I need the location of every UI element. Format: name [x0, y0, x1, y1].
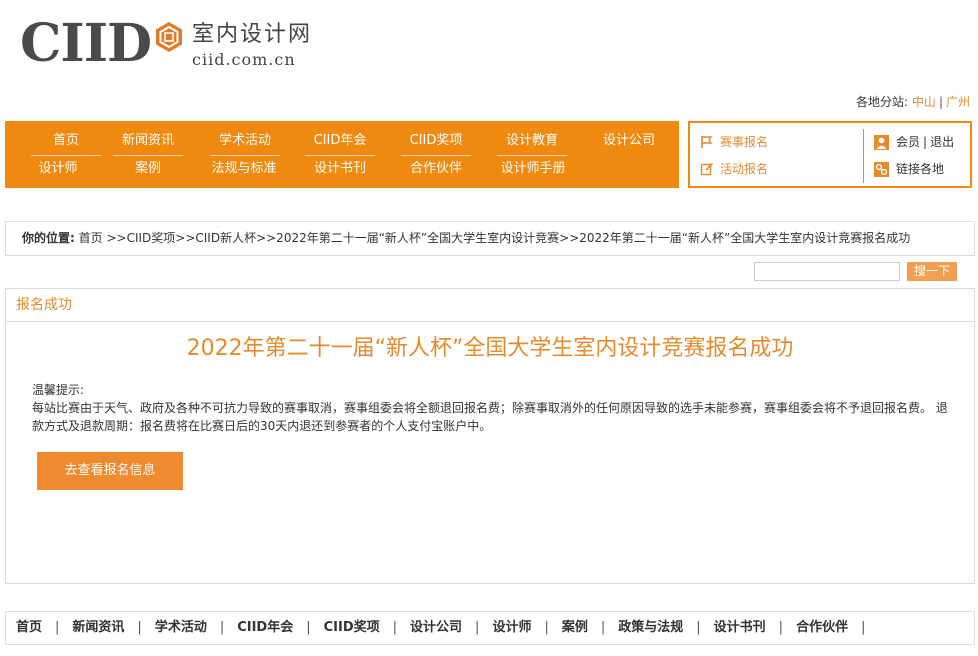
link-icon	[874, 162, 889, 177]
flag-icon	[701, 136, 713, 148]
main-nav: 首页 新闻资讯 学术活动 CIID年会 CIID奖项 设计教育 设计公司 设计师…	[5, 121, 679, 188]
nav-designers[interactable]: 设计师	[23, 155, 93, 183]
logo-brand-text: CIID	[20, 13, 152, 74]
breadcrumb-label: 你的位置:	[22, 231, 75, 245]
branch-guangzhou-link[interactable]: 广州	[946, 95, 970, 109]
branch-zhongshan-link[interactable]: 中山	[912, 95, 936, 109]
view-signup-info-button[interactable]: 去查看报名信息	[37, 452, 183, 490]
main-nav-row-2: 设计师 案例 法规与标准 设计书刊 合作伙伴 设计师手册	[5, 155, 679, 183]
quick-links-box: 赛事报名 活动报名 会员 | 退出 链接各地	[688, 121, 972, 188]
page-title: 2022年第二十一届“新人杯”全国大学生室内设计竞赛报名成功	[186, 336, 794, 361]
notice-title: 温馨提示:	[32, 383, 85, 397]
footer-link-partners[interactable]: 合作伙伴	[796, 620, 848, 635]
nav-cases[interactable]: 案例	[113, 155, 183, 183]
contest-signup-label: 赛事报名	[720, 135, 769, 149]
search-button[interactable]: 搜一下	[907, 262, 957, 281]
logout-link[interactable]: 退出	[930, 135, 954, 149]
breadcrumb-path[interactable]: 首页 >>CIID奖项>>CIID新人杯>>2022年第二十一届“新人杯”全国大…	[79, 231, 911, 245]
nav-design-companies[interactable]: 设计公司	[594, 127, 664, 155]
quick-links-divider	[863, 129, 864, 183]
footer-separator: |	[600, 620, 606, 635]
footer-nav: 首页 | 新闻资讯 | 学术活动 | CIID年会 | CIID奖项 | 设计公司 | 设计师 | 案例 | 政…	[5, 611, 975, 645]
branch-separator: |	[938, 95, 943, 109]
nav-news[interactable]: 新闻资讯	[113, 127, 183, 156]
nav-education[interactable]: 设计教育	[497, 127, 567, 156]
footer-link-home[interactable]: 首页	[16, 620, 42, 635]
nav-designer-handbook[interactable]: 设计师手册	[498, 155, 568, 183]
footer-link-design-companies[interactable]: 设计公司	[410, 620, 462, 635]
footer-link-cases[interactable]: 案例	[562, 620, 588, 635]
search-input[interactable]	[754, 262, 900, 281]
nav-regulations[interactable]: 法规与标准	[209, 155, 279, 183]
logo-cn-name: 室内设计网	[192, 22, 313, 47]
user-icon	[874, 135, 889, 150]
footer-link-regulations[interactable]: 政策与法规	[618, 620, 683, 635]
footer-link-designers[interactable]: 设计师	[492, 620, 531, 635]
footer-separator: |	[137, 620, 142, 635]
footer-link-news[interactable]: 新闻资讯	[72, 620, 124, 635]
footer-separator: |	[392, 620, 398, 635]
footer-separator: |	[544, 620, 549, 635]
footer-link-annual-meeting[interactable]: CIID年会	[237, 620, 293, 635]
nav-academic[interactable]: 学术活动	[210, 127, 280, 156]
nav-home[interactable]: 首页	[31, 127, 101, 156]
member-link[interactable]: 会员	[896, 135, 920, 149]
footer-separator: |	[475, 620, 480, 635]
signup-success-panel: 报名成功 2022年第二十一届“新人杯”全国大学生室内设计竞赛报名成功 温馨提示…	[5, 288, 975, 584]
notice-body: 每站比赛由于天气、政府及各种不可抗力导致的赛事取消，赛事组委会将全额退回报名费；…	[32, 401, 948, 433]
main-nav-row-1: 首页 新闻资讯 学术活动 CIID年会 CIID奖项 设计教育 设计公司	[5, 127, 679, 156]
edit-icon	[700, 162, 714, 176]
logo-hexagon-icon	[156, 22, 182, 52]
footer-separator: |	[861, 620, 866, 635]
nav-awards[interactable]: CIID奖项	[401, 127, 471, 156]
panel-header: 报名成功	[6, 289, 974, 322]
footer-link-publications[interactable]: 设计书刊	[714, 620, 766, 635]
footer-separator: |	[219, 620, 225, 635]
footer-link-academic[interactable]: 学术活动	[155, 620, 207, 635]
nav-publications[interactable]: 设计书刊	[305, 155, 375, 183]
footer-separator: |	[306, 620, 311, 635]
footer-separator: |	[55, 620, 60, 635]
footer-separator: |	[778, 620, 784, 635]
activity-signup-label: 活动报名	[720, 162, 769, 176]
link-branches-label: 链接各地	[896, 162, 945, 176]
refund-notice: 温馨提示: 每站比赛由于天气、政府及各种不可抗力导致的赛事取消，赛事组委会将全额…	[32, 381, 956, 435]
member-separator: |	[923, 135, 928, 149]
footer-separator: |	[696, 620, 701, 635]
footer-link-awards[interactable]: CIID奖项	[324, 620, 380, 635]
nav-partners[interactable]: 合作伙伴	[401, 155, 471, 183]
branch-sites: 各地分站: 中山 | 广州	[856, 93, 970, 110]
breadcrumb: 你的位置: 首页 >>CIID奖项>>CIID新人杯>>2022年第二十一届“新…	[5, 221, 975, 256]
nav-annual-meeting[interactable]: CIID年会	[305, 127, 375, 156]
branch-label: 各地分站:	[856, 95, 909, 109]
logo-url-text: ciid.com.cn	[192, 50, 296, 69]
site-logo[interactable]: CIID 室内设计网 ciid.com.cn	[20, 16, 360, 72]
